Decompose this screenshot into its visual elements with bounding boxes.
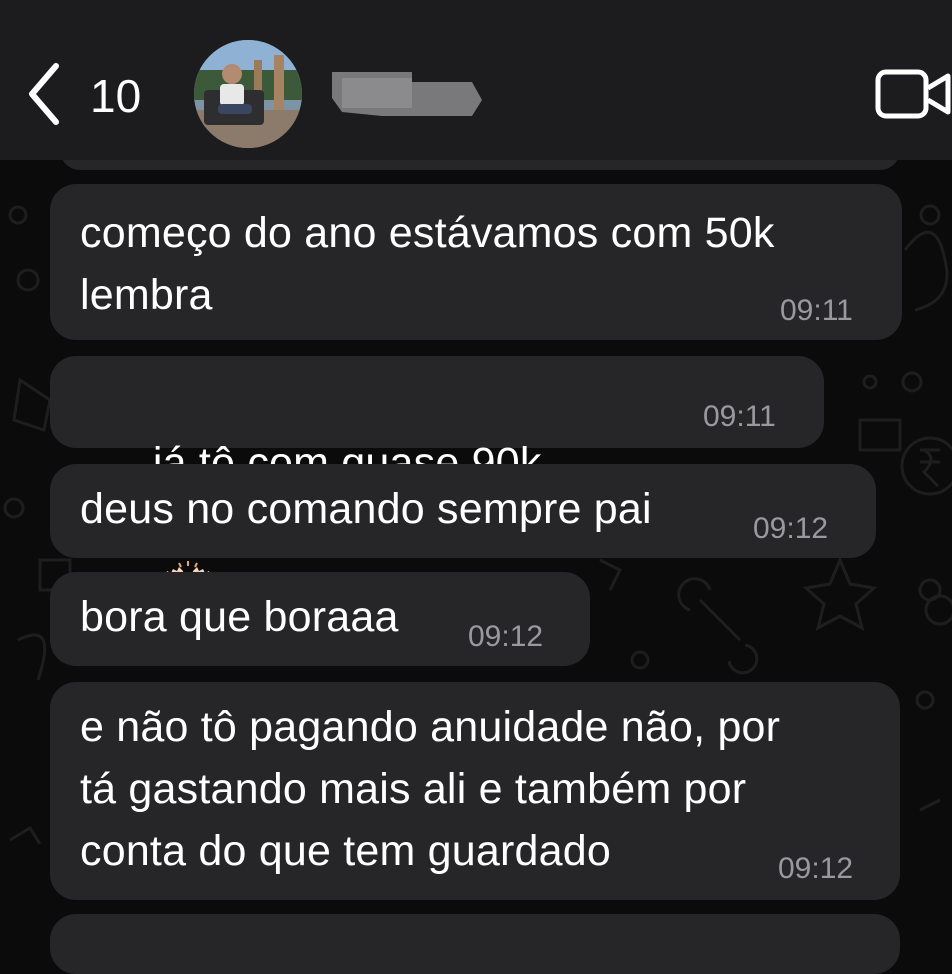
avatar-photo	[194, 40, 302, 148]
avatar[interactable]	[194, 40, 302, 148]
message-timestamp: 09:12	[778, 852, 854, 885]
message-text: começo do ano estávamos com 50k lembra	[80, 209, 775, 319]
message-bubble[interactable]: já tô com quase 90k 09:11	[50, 356, 824, 622]
message-timestamp: 09:11	[703, 400, 776, 433]
message-text: bora que boraaa	[80, 593, 399, 641]
message-text: deus no comando sempre pai	[80, 485, 652, 533]
message-bubble[interactable]: bora que boraaa 09:12	[50, 572, 590, 666]
message-list[interactable]: começo do ano estávamos com 50k lembra 0…	[0, 130, 952, 974]
message-timestamp: 09:12	[468, 620, 544, 653]
chat-header: 10	[0, 0, 952, 160]
contact-name-redacted[interactable]	[322, 58, 492, 124]
message-timestamp: 09:11	[780, 294, 853, 327]
message-text: e não tô pagando anuidade não, por tá ga…	[80, 703, 781, 875]
message-bubble[interactable]: e não tô pagando anuidade não, por tá ga…	[50, 682, 900, 900]
message-bubble[interactable]: começo do ano estávamos com 50k lembra 0…	[50, 184, 902, 340]
chevron-left-icon	[29, 63, 59, 125]
message-bubble-partial	[50, 914, 900, 974]
message-timestamp: 09:12	[753, 512, 829, 545]
message-bubble[interactable]: deus no comando sempre pai 09:12	[50, 464, 876, 558]
video-camera-icon[interactable]	[872, 66, 952, 122]
unread-count[interactable]: 10	[90, 70, 141, 122]
back-button[interactable]	[24, 58, 66, 130]
